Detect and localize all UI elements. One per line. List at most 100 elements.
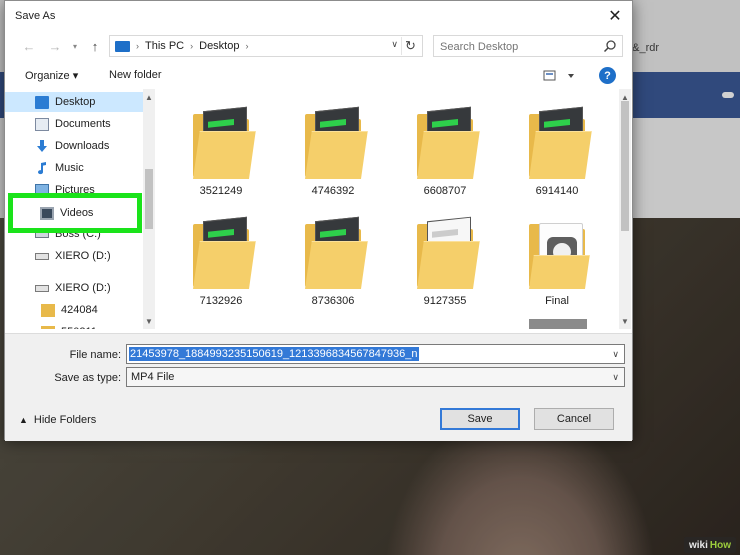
folder-thumbnail xyxy=(413,215,480,291)
scroll-up-arrow[interactable]: ▲ xyxy=(143,93,155,102)
sidebar-item-label: 550211 xyxy=(61,326,97,329)
save-as-dialog: Save As ✕ ← → ▾ ↑ › This PC › Desktop › … xyxy=(4,0,633,441)
documents-icon xyxy=(35,117,49,131)
sidebar-item-desktop[interactable]: Desktop xyxy=(35,92,95,112)
sidebar-item-550211[interactable]: 550211 xyxy=(41,322,97,329)
drive-icon xyxy=(35,284,49,292)
up-button[interactable]: ↑ xyxy=(85,36,105,56)
savetype-select[interactable]: MP4 File ∨ xyxy=(126,367,625,387)
file-name: 9127355 xyxy=(423,295,467,307)
file-item[interactable] xyxy=(395,325,495,329)
forward-button[interactable]: → xyxy=(45,36,65,56)
hide-folders-toggle[interactable]: ▲ Hide Folders xyxy=(19,414,96,426)
this-pc-icon xyxy=(115,41,130,52)
watermark-text: How xyxy=(709,539,731,551)
file-item[interactable]: 6914140 xyxy=(507,105,607,197)
filename-field[interactable]: 21453978_1884993235150619_12133968345678… xyxy=(126,344,625,364)
sidebar-item-documents[interactable]: Documents xyxy=(35,114,111,134)
savetype-value: MP4 File xyxy=(131,371,175,383)
music-icon xyxy=(38,161,46,174)
folder-thumbnail xyxy=(413,105,480,181)
file-item[interactable]: 6608707 xyxy=(395,105,495,197)
chevron-down-icon[interactable]: ∨ xyxy=(612,349,619,360)
folder-thumbnail xyxy=(301,105,368,181)
file-item[interactable]: 9127355 xyxy=(395,215,495,307)
sidebar-item-xiero-d-root[interactable]: XIERO (D:) xyxy=(35,278,111,298)
scroll-thumb[interactable] xyxy=(621,101,629,231)
file-item[interactable]: 7132926 xyxy=(171,215,271,307)
watermark-text: wiki xyxy=(688,539,708,551)
file-item[interactable] xyxy=(171,325,271,329)
sidebar-scrollbar[interactable]: ▲ ▼ xyxy=(143,89,155,329)
folder-thumbnail xyxy=(189,215,256,291)
file-name: 8736306 xyxy=(311,295,355,307)
sidebar-item-xiero-d[interactable]: XIERO (D:) xyxy=(35,246,111,266)
organize-menu[interactable]: Organize ▾ xyxy=(25,69,78,82)
file-item[interactable]: Final xyxy=(507,215,607,307)
back-button[interactable]: ← xyxy=(19,36,39,56)
folder-thumbnail xyxy=(413,325,477,329)
dialog-title: Save As xyxy=(15,10,56,22)
chevron-up-icon: ▲ xyxy=(19,415,28,425)
new-folder-button[interactable]: New folder xyxy=(109,69,162,81)
command-bar: Organize ▾ New folder ? xyxy=(5,63,632,89)
file-item[interactable]: 4746392 xyxy=(283,105,383,197)
folder-thumbnail xyxy=(189,105,256,181)
file-name: 6608707 xyxy=(423,185,467,197)
image-thumbnail xyxy=(525,319,589,329)
breadcrumb-separator: › xyxy=(136,41,139,51)
sidebar-item-videos[interactable]: Videos xyxy=(40,203,93,223)
navigation-row: ← → ▾ ↑ › This PC › Desktop › ∨ ↻ xyxy=(5,34,632,58)
file-item[interactable]: 8736306 xyxy=(283,215,383,307)
recent-dropdown-icon[interactable]: ▾ xyxy=(65,36,85,56)
sidebar-item-music[interactable]: Music xyxy=(35,158,84,178)
sidebar-item-label: Music xyxy=(55,162,84,174)
cancel-button[interactable]: Cancel xyxy=(534,408,614,430)
file-item[interactable] xyxy=(283,325,383,329)
breadcrumb: › This PC › Desktop › xyxy=(136,40,248,52)
search-icon xyxy=(603,40,616,53)
save-button[interactable]: Save xyxy=(440,408,520,430)
sidebar-item-label: Documents xyxy=(55,118,111,130)
file-item[interactable] xyxy=(507,319,607,329)
file-name: 7132926 xyxy=(199,295,243,307)
breadcrumb-this-pc[interactable]: This PC xyxy=(145,40,184,52)
final-file-thumbnail xyxy=(525,215,590,291)
save-form: File name: 21453978_1884993235150619_121… xyxy=(5,333,632,441)
search-input[interactable] xyxy=(440,39,590,54)
desktop-icon xyxy=(35,95,49,109)
sidebar-item-label: Videos xyxy=(60,207,94,219)
file-list-scrollbar[interactable]: ▲ ▼ xyxy=(619,89,631,329)
address-dropdown-icon[interactable]: ∨ xyxy=(391,39,398,50)
file-name: 6914140 xyxy=(535,185,579,197)
sidebar-item-downloads[interactable]: Downloads xyxy=(35,136,109,156)
sidebar-item-label: Downloads xyxy=(55,140,110,152)
sidebar-item-label: XIERO (D:) xyxy=(55,282,111,294)
filename-label: File name: xyxy=(69,349,121,361)
file-name: 3521249 xyxy=(199,185,243,197)
file-list: 3521249 4746392 6608707 6914140 7132926 … xyxy=(157,89,619,329)
downloads-icon xyxy=(37,139,47,152)
sidebar-item-424084[interactable]: 424084 xyxy=(41,300,98,320)
breadcrumb-desktop[interactable]: Desktop xyxy=(199,40,239,52)
scroll-down-arrow[interactable]: ▼ xyxy=(619,317,631,326)
breadcrumb-separator: › xyxy=(190,41,194,51)
drive-icon xyxy=(35,252,49,260)
help-button[interactable]: ? xyxy=(599,67,616,84)
scroll-down-arrow[interactable]: ▼ xyxy=(143,317,155,326)
file-item[interactable]: 3521249 xyxy=(171,105,271,197)
folder-icon xyxy=(41,303,55,317)
scroll-thumb[interactable] xyxy=(145,169,153,229)
address-bar[interactable]: › This PC › Desktop › ∨ ↻ xyxy=(109,35,423,57)
videos-icon xyxy=(40,206,54,220)
refresh-button[interactable]: ↻ xyxy=(401,37,419,55)
folder-thumbnail xyxy=(525,105,592,181)
chevron-down-icon[interactable]: ∨ xyxy=(612,372,619,383)
close-button[interactable]: ✕ xyxy=(598,1,632,31)
search-box[interactable] xyxy=(433,35,623,57)
filename-input[interactable]: 21453978_1884993235150619_12133968345678… xyxy=(129,347,419,361)
view-options-icon[interactable] xyxy=(543,69,575,83)
folder-icon xyxy=(41,325,55,329)
videos-highlight-box[interactable]: Videos xyxy=(8,193,142,233)
titlebar: Save As ✕ xyxy=(5,1,632,31)
